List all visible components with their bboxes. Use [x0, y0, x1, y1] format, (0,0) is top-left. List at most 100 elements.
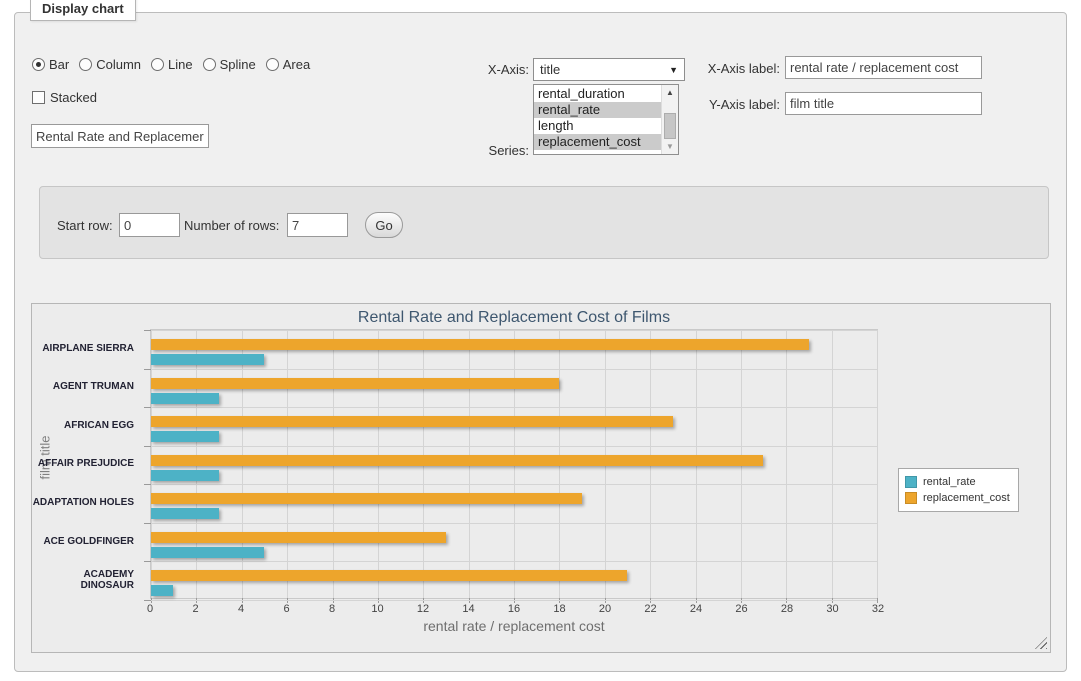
chart-type-area[interactable]: Area — [266, 57, 310, 72]
stacked-checkbox-row[interactable]: Stacked — [32, 90, 97, 105]
y-axis-tick — [144, 523, 151, 524]
x-axis-select[interactable]: title ▼ — [533, 58, 685, 81]
number-of-rows-input[interactable] — [287, 213, 348, 237]
chart-type-column[interactable]: Column — [79, 57, 141, 72]
chart-type-spline[interactable]: Spline — [203, 57, 256, 72]
chart-type-radio-group: Bar Column Line Spline Area — [32, 57, 310, 72]
x-tick-label: 32 — [872, 603, 884, 615]
radio-icon[interactable] — [32, 58, 45, 71]
bar-rental_rate[interactable] — [151, 354, 264, 365]
series-option-rental_duration[interactable]: rental_duration — [534, 86, 661, 102]
bar-group-6 — [151, 523, 877, 562]
x-tick-label: 14 — [462, 603, 474, 615]
chart-type-line[interactable]: Line — [151, 57, 193, 72]
y-axis-tick — [144, 484, 151, 485]
x-tick-label: 4 — [238, 603, 244, 615]
radio-icon[interactable] — [151, 58, 164, 71]
x-tick-label: 20 — [599, 603, 611, 615]
resize-handle-icon[interactable] — [1035, 637, 1047, 649]
chart-type-label: Area — [283, 57, 310, 72]
x-tick-label: 22 — [644, 603, 656, 615]
stacked-label: Stacked — [50, 90, 97, 105]
series-scrollbar[interactable]: ▲ ▼ — [661, 85, 678, 154]
y-axis-tick — [144, 446, 151, 447]
bar-rental_rate[interactable] — [151, 508, 219, 519]
bar-rental_rate[interactable] — [151, 547, 264, 558]
x-axis-selected-value: title — [540, 62, 560, 77]
series-option-rental_rate[interactable]: rental_rate — [534, 102, 661, 118]
series-options: rental_durationrental_ratelengthreplacem… — [534, 85, 661, 154]
page: Display chart Bar Column Line Spline Area St… — [0, 0, 1081, 681]
bar-group-1 — [151, 330, 877, 369]
bar-rental_rate[interactable] — [151, 470, 219, 481]
category-label: ACADEMY DINOSAUR — [32, 560, 134, 599]
bar-rental_rate[interactable] — [151, 393, 219, 404]
chart-type-label: Line — [168, 57, 193, 72]
chart-type-bar[interactable]: Bar — [32, 57, 69, 72]
plot-area — [150, 329, 878, 599]
bar-group-7 — [151, 561, 877, 600]
category-axis-labels: AIRPLANE SIERRAAGENT TRUMANAFRICAN EGGAF… — [32, 329, 142, 599]
x-tick-label: 24 — [690, 603, 702, 615]
x-axis-label-field-label: X-Axis label: — [680, 61, 780, 76]
x-tick-label: 16 — [508, 603, 520, 615]
bar-replacement_cost[interactable] — [151, 339, 809, 350]
stacked-checkbox[interactable] — [32, 91, 45, 104]
y-axis-tick — [144, 369, 151, 370]
legend-item-rental_rate[interactable]: rental_rate — [905, 474, 1010, 490]
chart-type-label: Column — [96, 57, 141, 72]
bar-group-4 — [151, 446, 877, 485]
scroll-down-icon[interactable]: ▼ — [662, 139, 678, 154]
radio-icon[interactable] — [203, 58, 216, 71]
row-range-panel: Start row: Number of rows: Go — [39, 186, 1049, 259]
series-listbox[interactable]: rental_durationrental_ratelengthreplacem… — [533, 84, 679, 155]
bar-replacement_cost[interactable] — [151, 493, 582, 504]
x-tick-label: 0 — [147, 603, 153, 615]
y-axis-tick — [144, 330, 151, 331]
x-tick-label: 12 — [417, 603, 429, 615]
radio-icon[interactable] — [79, 58, 92, 71]
chart-title-input[interactable] — [31, 124, 209, 148]
go-button[interactable]: Go — [365, 212, 403, 238]
x-tick-label: 30 — [826, 603, 838, 615]
y-axis-tick — [144, 561, 151, 562]
chart-container: Rental Rate and Replacement Cost of Film… — [31, 303, 1051, 653]
bar-group-3 — [151, 407, 877, 446]
category-label: ADAPTATION HOLES — [32, 483, 134, 522]
bar-group-2 — [151, 369, 877, 408]
start-row-input[interactable] — [119, 213, 180, 237]
bar-replacement_cost[interactable] — [151, 532, 446, 543]
x-tick-label: 6 — [283, 603, 289, 615]
x-axis-title: rental rate / replacement cost — [150, 618, 878, 634]
bar-rental_rate[interactable] — [151, 431, 219, 442]
legend-item-replacement_cost[interactable]: replacement_cost — [905, 490, 1010, 506]
bar-replacement_cost[interactable] — [151, 416, 673, 427]
fieldset-legend: Display chart — [30, 0, 136, 21]
chart-type-label: Bar — [49, 57, 69, 72]
bar-replacement_cost[interactable] — [151, 570, 627, 581]
bar-replacement_cost[interactable] — [151, 455, 763, 466]
bar-rental_rate[interactable] — [151, 585, 173, 596]
bar-group-5 — [151, 484, 877, 523]
chart-type-label: Spline — [220, 57, 256, 72]
gridline-horizontal — [151, 600, 877, 601]
series-label-text: Series: — [435, 143, 529, 158]
category-label: AFRICAN EGG — [32, 406, 134, 445]
x-tick-label: 26 — [735, 603, 747, 615]
bar-replacement_cost[interactable] — [151, 378, 559, 389]
legend-label: rental_rate — [923, 476, 976, 488]
scrollbar-thumb[interactable] — [664, 113, 676, 139]
series-option-length[interactable]: length — [534, 118, 661, 134]
y-axis-label-input[interactable] — [785, 92, 982, 115]
chart-title: Rental Rate and Replacement Cost of Film… — [150, 309, 878, 327]
category-label: AIRPLANE SIERRA — [32, 329, 134, 368]
x-axis-label-text: X-Axis: — [435, 62, 529, 77]
category-label: AFFAIR PREJUDICE — [32, 445, 134, 484]
display-chart-fieldset: Display chart BarColumnLineSplineArea St… — [14, 12, 1067, 672]
category-label: AGENT TRUMAN — [32, 368, 134, 407]
x-axis-label-input[interactable] — [785, 56, 982, 79]
series-option-replacement_cost[interactable]: replacement_cost — [534, 134, 661, 150]
y-axis-tick — [144, 407, 151, 408]
radio-icon[interactable] — [266, 58, 279, 71]
scroll-up-icon[interactable]: ▲ — [662, 85, 678, 100]
